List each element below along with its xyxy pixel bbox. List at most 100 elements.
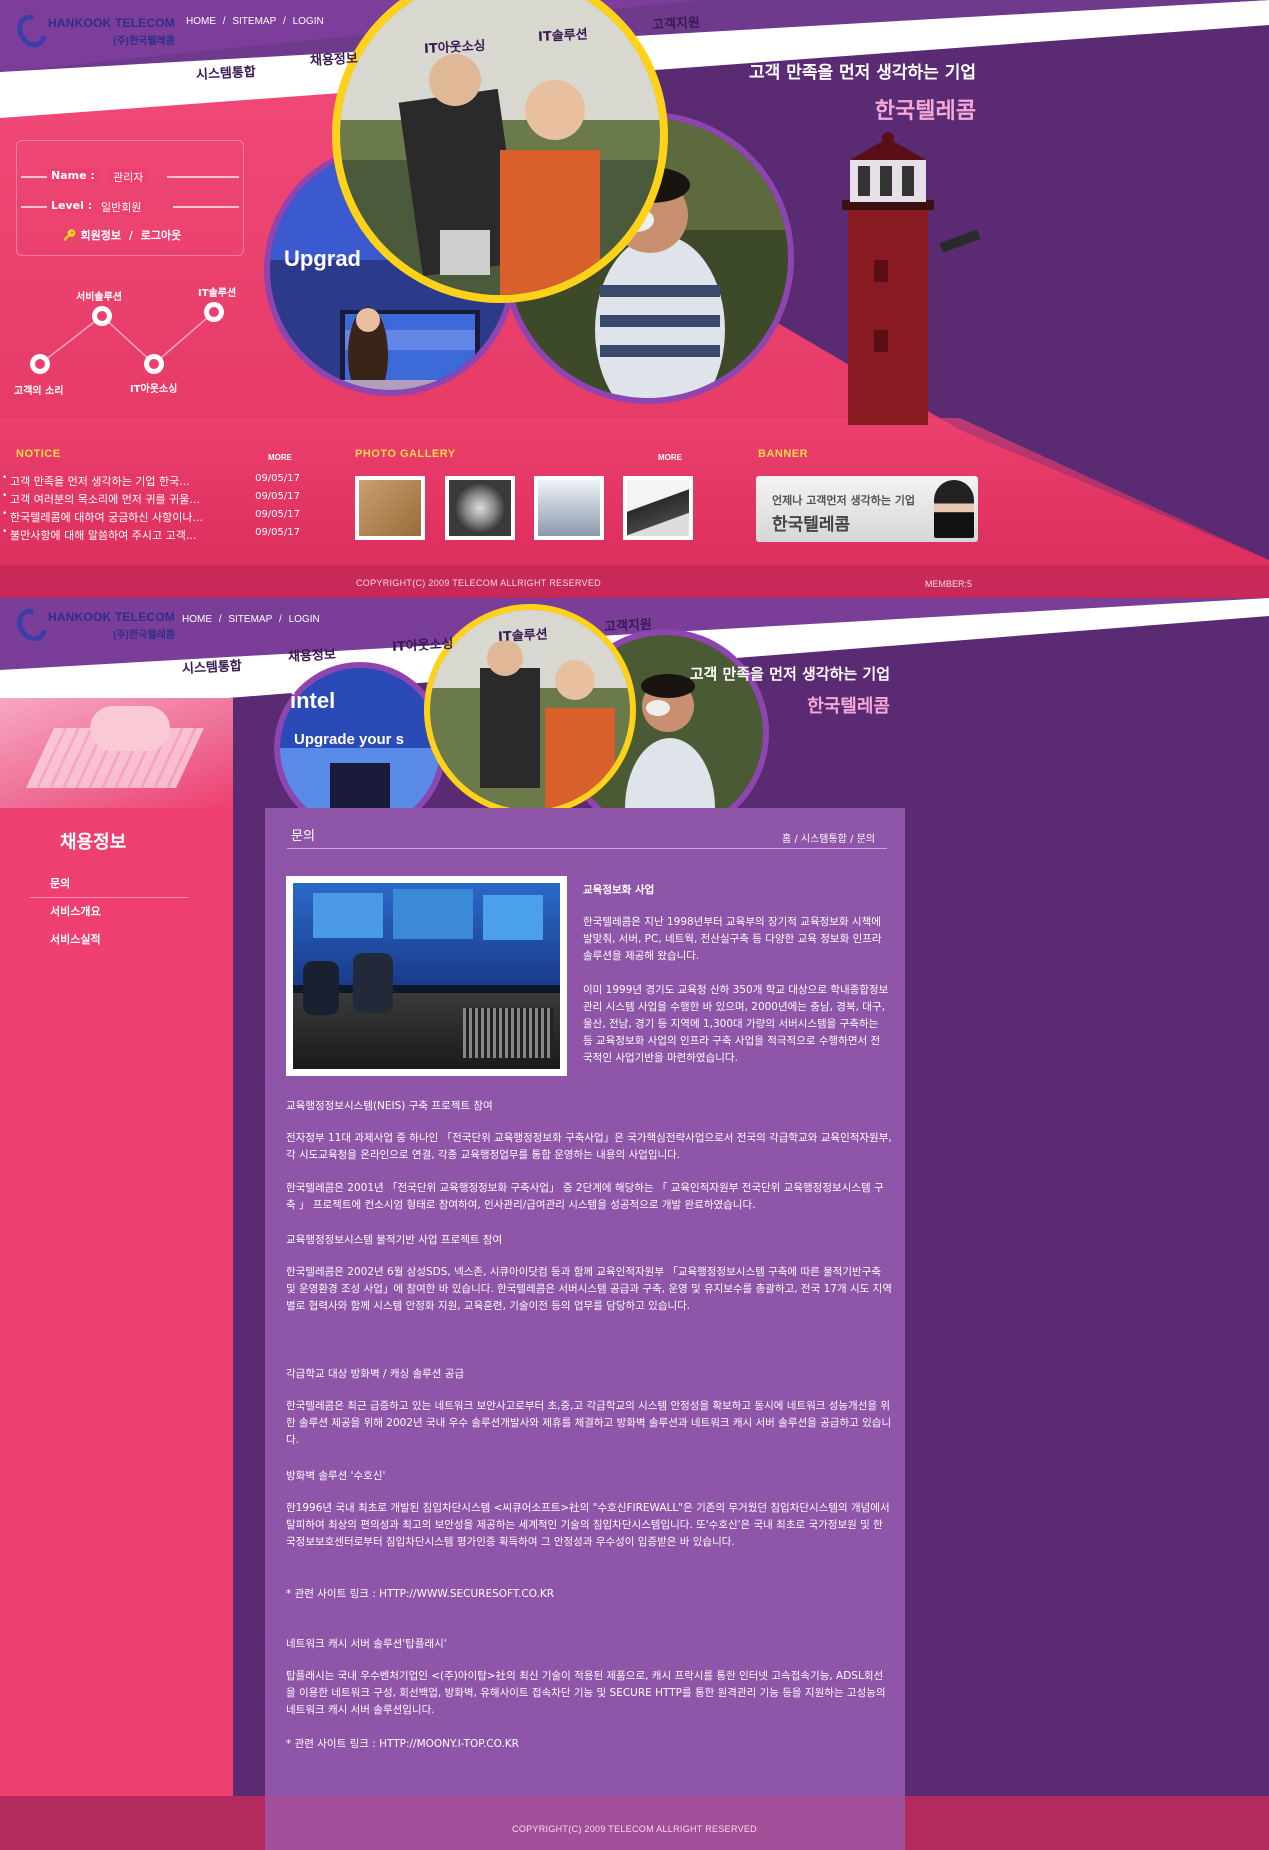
notice-item[interactable]: 불만사항에 대해 말씀하여 주시고 고객... 09/05/17 • (2, 527, 300, 545)
link-securesoft[interactable]: * 관련 사이트 링크 : HTTP://WWW.SECURESOFT.CO.K… (286, 1586, 554, 1603)
name-label: Name : (47, 169, 99, 182)
copyright-text: COPYRIGHT(C) 2009 TELECOM ALLRIGHT RESER… (356, 578, 601, 588)
notice-more-link[interactable]: MORE (268, 453, 292, 462)
sub-menu-recruitment[interactable]: 채용정보 (288, 644, 337, 665)
sidebar-divider (30, 897, 188, 898)
sub-sitemap-link[interactable]: SITEMAP (228, 614, 272, 625)
network-node-voice[interactable] (30, 354, 50, 374)
logo-korean: (주)한국텔레콤 (113, 35, 175, 47)
title-divider (287, 848, 887, 849)
gallery-thumb[interactable] (355, 476, 425, 540)
sub-footer-band-center (265, 1796, 905, 1850)
sub-slogan: 고객 만족을 먼저 생각하는 기업 한국텔레콤 (590, 663, 890, 718)
bullet-icon: • (2, 491, 8, 501)
slogan: 고객 만족을 먼저 생각하는 기업 한국텔레콤 (660, 58, 976, 125)
paragraph-topflash: 탑플래시는 국내 우수벤처기업인 <(주)아이탑>社의 최신 기술이 적용된 제… (286, 1670, 886, 1716)
menu-it-outsourcing[interactable]: IT아웃소싱 (424, 35, 486, 57)
sidebar-item-inquiry[interactable]: 문의 (50, 875, 101, 903)
notice-item[interactable]: 고객 만족을 먼저 생각하는 기업 한국... 09/05/17 • (2, 473, 300, 491)
intel-logo-text: intel (290, 688, 336, 713)
gallery-more-link[interactable]: MORE (658, 453, 682, 462)
network-label-voice[interactable]: 고객의 소리 (14, 382, 63, 397)
heading-infra: 교육행정정보시스템 물적기반 사업 프로젝트 참여 (286, 1234, 503, 1246)
menu-system-integration[interactable]: 시스템통합 (196, 61, 257, 83)
slogan-line2: 한국텔레콤 (874, 99, 976, 124)
level-value: 일반회원 (97, 199, 146, 215)
banner-line2: 한국텔레콤 (772, 515, 851, 535)
sidebar-title: 채용정보 (60, 832, 127, 853)
company-logo[interactable]: HANKOOK TELECOM (주)한국텔레콤 (11, 9, 175, 53)
sub-logo-swirl-icon (11, 603, 53, 647)
paragraph-firewall-caching: 한국텔레콤은 최근 급증하고 있는 네트워크 보안사고로부터 초,중,고 각급학… (286, 1400, 892, 1446)
logo-english: HANKOOK TELECOM (48, 15, 175, 30)
member-info-link[interactable]: 회원정보 (81, 229, 121, 242)
sub-login-link[interactable]: LOGIN (289, 614, 320, 625)
network-node-outsourcing[interactable] (144, 354, 164, 374)
notice-title: NOTICE (16, 448, 61, 460)
login-link[interactable]: LOGIN (293, 16, 324, 27)
notice-item-title[interactable]: 고객 여러분의 목소리에 먼저 귀를 귀울... (10, 491, 246, 507)
network-label-itsolution[interactable]: IT솔루션 (198, 284, 236, 299)
keyboard-hands-image (0, 698, 233, 808)
paragraph-infra: 한국텔레콤은 2002년 6월 삼성SDS, 넥스존, 시큐아이닷컴 등과 함께… (286, 1266, 892, 1312)
section-heading: 교육정보화 사업 (583, 884, 655, 896)
notice-item-date: 09/05/17 (255, 473, 300, 484)
heading-neis: 교육행정정보시스템(NEIS) 구축 프로젝트 참여 (286, 1100, 493, 1112)
gallery-title: PHOTO GALLERY (355, 448, 456, 460)
network-node-service[interactable] (92, 306, 112, 326)
menu-customer-support[interactable]: 고객지원 (652, 12, 701, 33)
gallery-thumb[interactable] (623, 476, 693, 540)
logout-link[interactable]: 로그아웃 (141, 229, 181, 242)
member-count: MEMBER:5 (925, 579, 973, 589)
sub-menu-customer-support[interactable]: 고객지원 (604, 614, 653, 635)
sub-logo-korean: (주)한국텔레콤 (113, 629, 175, 641)
level-label: Level : (47, 199, 97, 212)
sub-menu-system-integration[interactable]: 시스템통합 (182, 655, 243, 677)
intro-paragraph-1: 한국텔레콤은 지난 1998년부터 교육부의 장기적 교육정보화 시책에 발맞춰… (583, 916, 882, 962)
slogan-line1: 고객 만족을 먼저 생각하는 기업 (749, 63, 976, 83)
network-label-service[interactable]: 서비솔루션 (76, 288, 122, 303)
notice-item-title[interactable]: 한국텔레콤에 대하여 궁금하신 사항이나... (10, 509, 246, 525)
sub-home-link[interactable]: HOME (182, 614, 212, 625)
sidebar-item-service-overview[interactable]: 서비스개요 (50, 903, 101, 931)
network-node-itsolution[interactable] (204, 302, 224, 322)
sitemap-link[interactable]: SITEMAP (232, 16, 276, 27)
sidebar-item-service-results[interactable]: 서비스실적 (50, 931, 101, 959)
key-icon: 🔑 (63, 229, 77, 242)
notice-item[interactable]: 한국텔레콤에 대하여 궁금하신 사항이나... 09/05/17 • (2, 509, 300, 527)
logo-swirl-icon (11, 9, 53, 53)
hero-upgrade-text: Upgrad (284, 246, 361, 271)
bullet-icon: • (2, 473, 8, 483)
company-banner[interactable]: 언제나 고객먼저 생각하는 기업 한국텔레콤 (756, 476, 978, 542)
menu-recruitment[interactable]: 채용정보 (310, 48, 359, 69)
sub-slogan-line2: 한국텔레콤 (807, 696, 890, 717)
notice-item-date: 09/05/17 (255, 527, 300, 538)
sub-copyright-text: COPYRIGHT(C) 2009 TELECOM ALLRIGHT RESER… (512, 1824, 757, 1834)
notice-item-date: 09/05/17 (255, 509, 300, 520)
breadcrumb: 홈 / 시스템통합 / 문의 (781, 834, 875, 845)
notice-item-title[interactable]: 불만사항에 대해 말씀하여 주시고 고객... (10, 527, 246, 543)
sidebar (0, 698, 233, 1850)
link-itop[interactable]: * 관련 사이트 링크 : HTTP://MOONY.I-TOP.CO.KR (286, 1736, 519, 1753)
notice-list: 고객 만족을 먼저 생각하는 기업 한국... 09/05/17 • 고객 여러분의 … (2, 473, 300, 545)
sub-page-section: HANKOOK TELECOM (주)한국텔레콤 HOME / SITEMAP … (0, 598, 1269, 1850)
sub-menu-it-solution[interactable]: IT솔루션 (498, 623, 548, 645)
sub-logo-english: HANKOOK TELECOM (48, 609, 175, 624)
paragraph-neis-2: 한국텔레콤은 2001년 「전국단위 교육행정정보화 구축사업」 중 2단계에 … (286, 1182, 884, 1211)
notice-item-title[interactable]: 고객 만족을 먼저 생각하는 기업 한국... (10, 473, 246, 489)
heading-firewall-caching: 각급학교 대상 방화벽 / 캐싱 솔루션 공급 (286, 1368, 465, 1380)
control-room-photo (286, 876, 567, 1076)
intro-paragraph-2: 이미 1999년 경기도 교육청 산하 350개 학교 대상으로 학내종합정보관… (583, 984, 889, 1064)
sub-upgrade-text: Upgrade your s (294, 731, 405, 748)
gallery-thumb[interactable] (534, 476, 604, 540)
sub-menu-it-outsourcing[interactable]: IT아웃소싱 (392, 633, 454, 655)
home-link[interactable]: HOME (186, 16, 216, 27)
paragraph-neis-1: 전자정부 11대 과제사업 중 하나인 「전국단위 교육행정정보화 구축사업」은… (286, 1132, 892, 1161)
sub-company-logo[interactable]: HANKOOK TELECOM (주)한국텔레콤 (11, 603, 175, 647)
network-label-outsourcing[interactable]: IT아웃소싱 (130, 380, 177, 395)
gallery-thumb[interactable] (445, 476, 515, 540)
banner-line1: 언제나 고객먼저 생각하는 기업 (772, 494, 916, 507)
heading-suhosin: 방화벽 솔루션 '수호신' (286, 1470, 386, 1482)
notice-item[interactable]: 고객 여러분의 목소리에 먼저 귀를 귀울... 09/05/17 • (2, 491, 300, 509)
menu-it-solution[interactable]: IT솔루션 (538, 23, 588, 45)
